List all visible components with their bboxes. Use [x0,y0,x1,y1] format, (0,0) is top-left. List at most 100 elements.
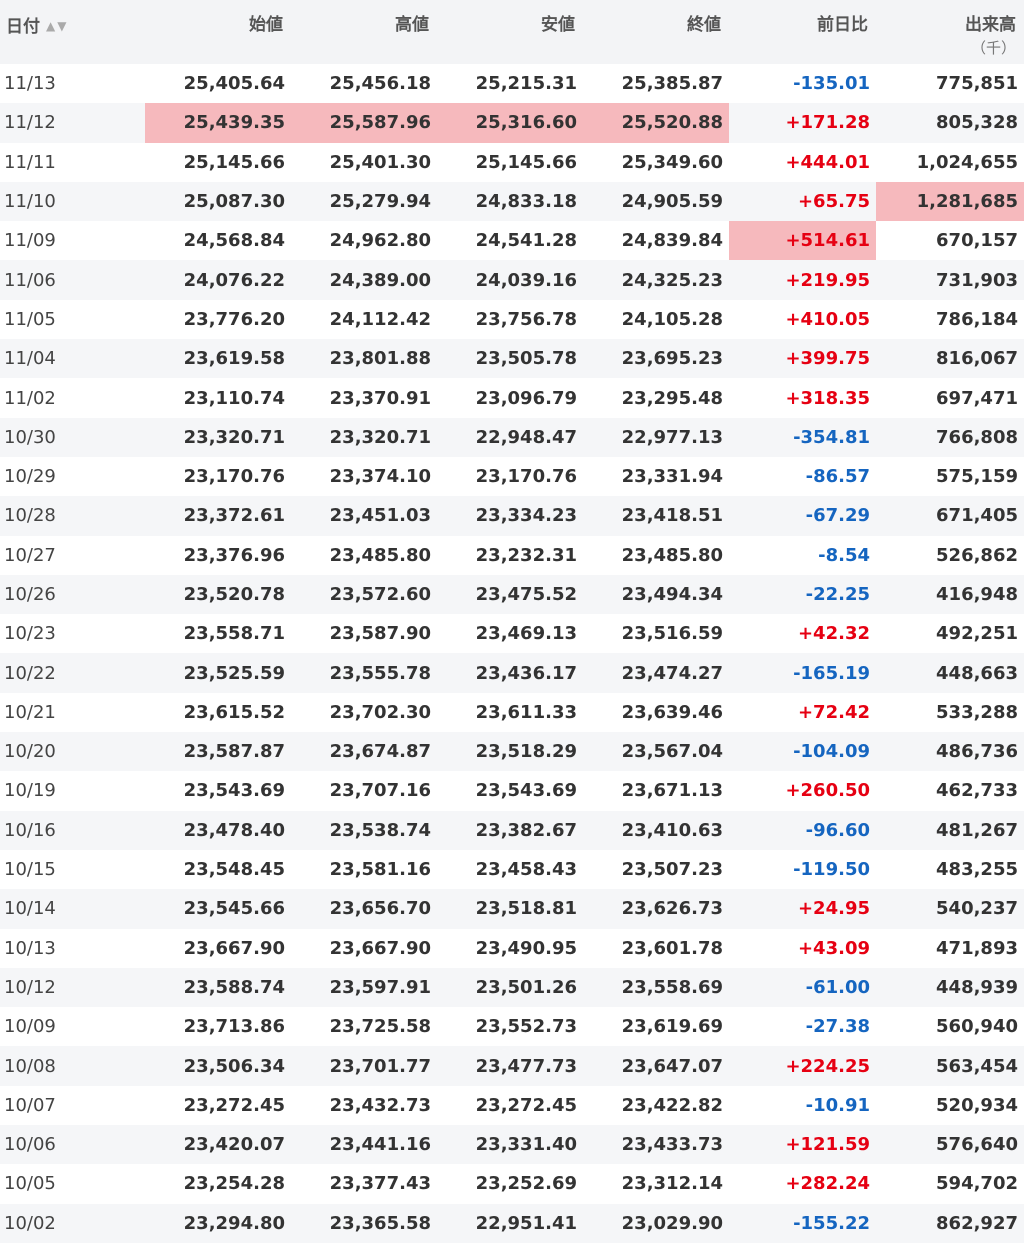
table-row: 11/13 25,405.64 25,456.18 25,215.31 25,385.8… [0,64,1024,103]
table-row: 10/29 23,170.76 23,374.10 23,170.76 23,331.9… [0,457,1024,496]
sort-arrows-icon[interactable]: ▲▼ [46,19,68,33]
date-cell: 11/11 [4,151,56,173]
volume-cell: 520,934 [936,1094,1018,1116]
volume-cell: 563,454 [936,1055,1018,1077]
table-body: 11/13 25,405.64 25,456.18 25,215.31 25,385.8… [0,64,1024,1243]
volume-cell: 576,640 [936,1134,1018,1156]
change-cell: +318.35 [785,387,870,409]
table-row: 10/16 23,478.40 23,538.74 23,382.67 23,410.6… [0,810,1024,850]
volume-cell: 540,237 [936,898,1018,920]
open-cell: 23,254.28 [183,1173,285,1195]
open-cell: 23,545.66 [183,898,285,920]
close-cell: 25,520.88 [583,103,729,143]
change-cell: +219.95 [785,269,870,291]
high-cell: 23,702.30 [329,701,431,723]
high-cell: 23,707.16 [329,780,431,802]
volume-cell: 1,024,655 [916,151,1018,173]
high-cell: 24,112.42 [329,308,431,330]
high-cell: 23,701.77 [329,1055,431,1077]
high-cell: 23,725.58 [329,1016,431,1038]
open-cell: 23,558.71 [183,623,285,645]
open-cell: 23,294.80 [183,1212,285,1234]
volume-cell: 462,733 [936,780,1018,802]
date-cell: 10/23 [4,623,56,645]
low-cell: 23,475.52 [475,584,577,605]
change-cell: +121.59 [785,1134,870,1156]
high-cell: 23,374.10 [329,466,431,488]
close-cell: 25,349.60 [621,151,723,173]
date-cell: 10/07 [4,1094,56,1116]
close-cell: 23,485.80 [621,544,723,566]
change-cell: +43.09 [797,937,870,959]
change-cell: +514.61 [729,221,876,261]
header-row: 日付 ▲▼ 始値 高値 安値 終値 前日比 出来高 （千） [0,0,1024,64]
open-cell: 24,568.84 [183,230,285,252]
date-cell: 11/05 [4,308,56,330]
change-cell: -119.50 [793,859,870,881]
high-cell: 23,587.90 [329,623,431,645]
table-row: 10/27 23,376.96 23,485.80 23,232.31 23,485.8… [0,536,1024,575]
open-cell: 23,420.07 [183,1134,285,1156]
close-cell: 23,312.14 [621,1173,723,1195]
volume-cell: 471,893 [936,937,1018,959]
low-cell: 23,490.95 [475,937,577,959]
change-cell: -96.60 [805,819,870,841]
open-cell: 23,543.69 [183,780,285,802]
table-row: 10/09 23,713.86 23,725.58 23,552.73 23,619.6… [0,1007,1024,1046]
open-cell: 23,587.87 [183,741,285,763]
low-cell: 23,272.45 [475,1094,577,1116]
volume-cell: 533,288 [936,701,1018,723]
low-cell: 22,948.47 [475,426,577,448]
high-cell: 23,432.73 [329,1094,431,1116]
table-row: 10/26 23,520.78 23,572.60 23,475.52 23,494.3… [0,574,1024,615]
table-row: 10/13 23,667.90 23,667.90 23,490.95 23,601.7… [0,929,1024,968]
table-row: 10/06 23,420.07 23,441.16 23,331.40 23,433.7… [0,1125,1024,1165]
volume-cell: 1,281,685 [876,181,1024,222]
date-cell: 11/02 [4,387,56,409]
volume-cell: 575,159 [936,466,1018,488]
table-row: 10/23 23,558.71 23,587.90 23,469.13 23,516.5… [0,614,1024,653]
change-column-header: 前日比 [817,15,868,35]
high-cell: 25,587.96 [291,103,437,143]
open-cell: 23,667.90 [183,937,285,959]
change-cell: -104.09 [793,741,870,763]
table-row: 10/15 23,548.45 23,581.16 23,458.43 23,507.2… [0,850,1024,889]
volume-cell: 594,702 [936,1173,1018,1195]
open-cell: 23,619.58 [183,348,285,370]
close-cell: 23,647.07 [621,1055,723,1077]
table-row: 11/02 23,110.74 23,370.91 23,096.79 23,295.4… [0,378,1024,417]
high-cell: 23,581.16 [329,859,431,881]
change-cell: +282.24 [785,1173,870,1195]
low-cell: 23,501.26 [475,976,577,998]
volume-cell: 526,862 [936,544,1018,566]
date-cell: 11/13 [4,73,56,95]
date-column-header[interactable]: 日付 ▲▼ [0,0,145,64]
date-cell: 10/06 [4,1134,56,1156]
low-cell: 23,096.79 [475,387,577,409]
change-cell: +260.50 [785,780,870,802]
low-cell: 23,170.76 [475,466,577,488]
open-cell: 23,615.52 [183,701,285,723]
volume-cell: 786,184 [936,308,1018,330]
change-cell: -67.29 [805,505,870,527]
date-cell: 10/21 [4,701,56,723]
table-row: 11/12 25,439.35 25,587.96 25,316.60 25,520.8… [0,103,1024,143]
date-cell: 10/08 [4,1055,56,1077]
date-cell: 11/04 [4,348,56,370]
table-row: 10/30 23,320.71 23,320.71 22,948.47 22,977.1… [0,417,1024,457]
high-cell: 23,441.16 [329,1134,431,1156]
date-cell: 10/13 [4,937,56,959]
date-cell: 10/12 [4,976,56,998]
volume-cell: 671,405 [936,505,1018,527]
open-cell: 23,520.78 [183,584,285,605]
close-cell: 23,601.78 [621,937,723,959]
date-cell: 10/22 [4,662,56,684]
table-row: 10/28 23,372.61 23,451.03 23,334.23 23,418.5… [0,496,1024,536]
table-row: 10/07 23,272.45 23,432.73 23,272.45 23,422.8… [0,1086,1024,1125]
close-column-header: 終値 [687,15,721,35]
table-row: 11/04 23,619.58 23,801.88 23,505.78 23,695.2… [0,339,1024,379]
high-column-header: 高値 [395,15,429,35]
close-cell: 23,418.51 [621,505,723,527]
open-column-header: 始値 [249,15,283,35]
change-cell: +399.75 [785,348,870,370]
